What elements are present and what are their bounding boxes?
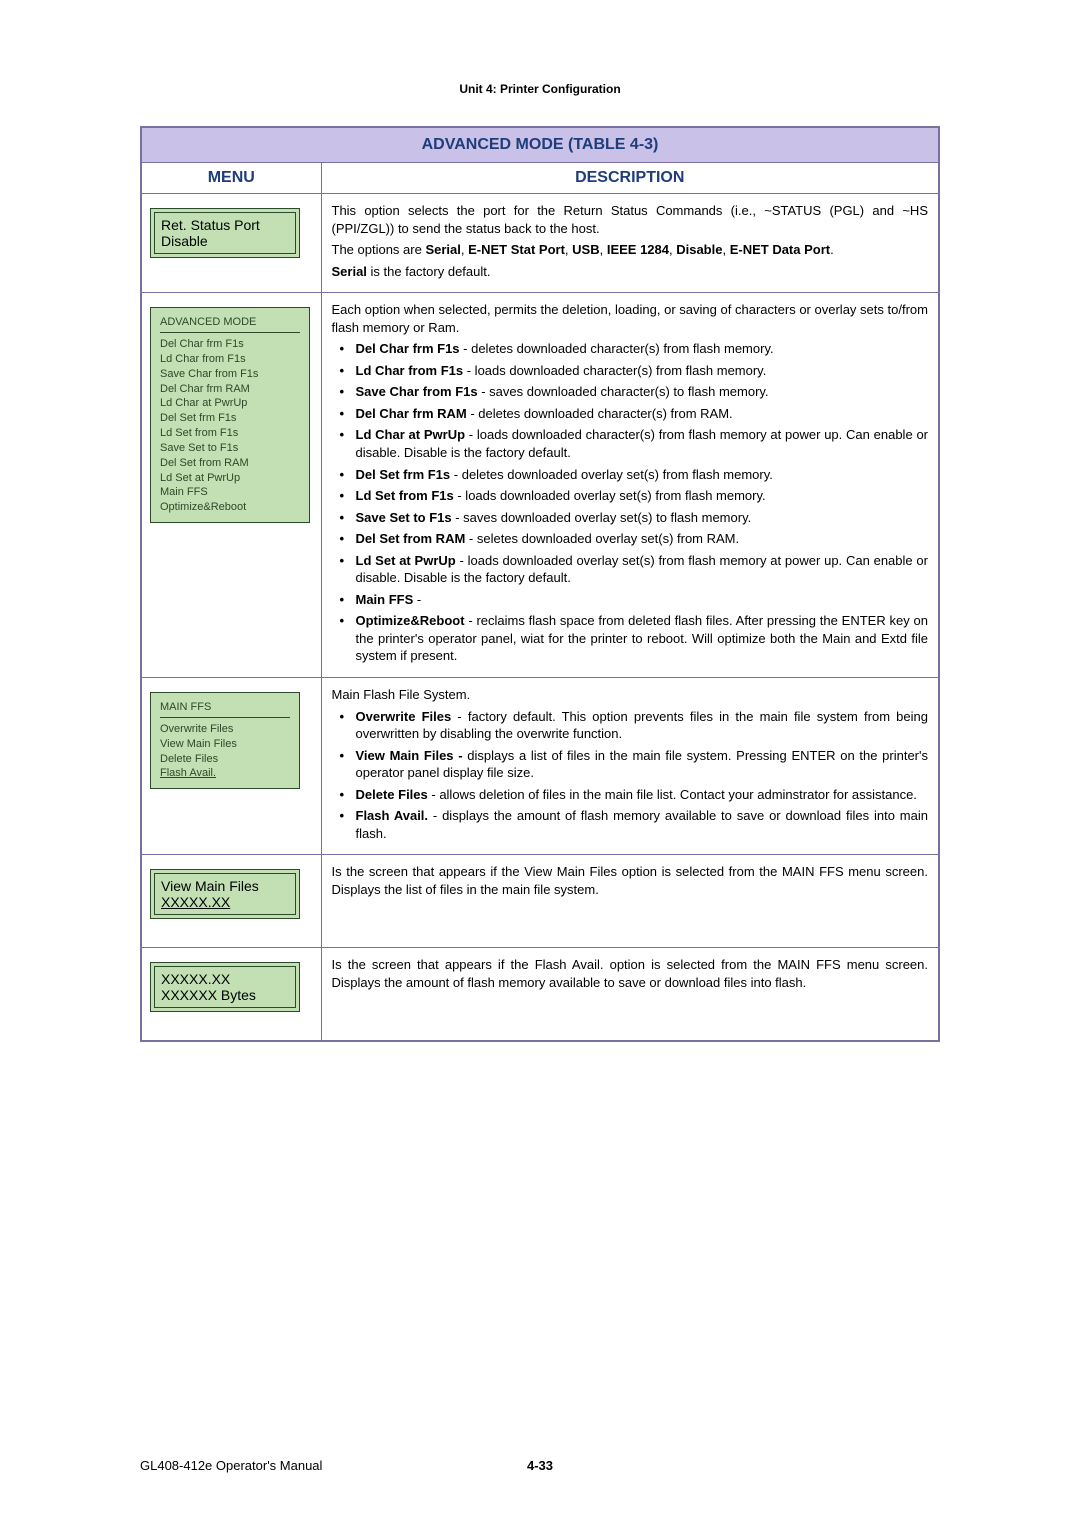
menu-cell: View Main Files XXXXX.XX	[141, 855, 321, 948]
lcd-line: Optimize&Reboot	[160, 500, 300, 515]
lcd-line: Del Set from RAM	[160, 456, 300, 471]
menu-cell: XXXXX.XX XXXXXX Bytes	[141, 948, 321, 1042]
list-item: Flash Avail. - displays the amount of fl…	[350, 807, 929, 842]
lcd-title: ADVANCED MODE	[160, 315, 300, 330]
lcd-line: Ld Set from F1s	[160, 426, 300, 441]
lcd-line: Disable	[161, 233, 289, 249]
lcd-display: MAIN FFS Overwrite Files View Main Files…	[150, 692, 300, 789]
lcd-line: Del Char frm RAM	[160, 382, 300, 397]
table-row: MAIN FFS Overwrite Files View Main Files…	[141, 678, 939, 855]
menu-cell: Ret. Status Port Disable	[141, 194, 321, 293]
lcd-line: View Main Files	[160, 737, 290, 752]
list-item: Del Char frm RAM - deletes downloaded ch…	[350, 405, 929, 423]
list-item: Delete Files - allows deletion of files …	[350, 786, 929, 804]
table-title: ADVANCED MODE (TABLE 4-3)	[141, 127, 939, 163]
col-desc-header: DESCRIPTION	[321, 163, 939, 194]
lcd-line: Ld Char from F1s	[160, 352, 300, 367]
list-item: Ld Char from F1s - loads downloaded char…	[350, 362, 929, 380]
list-item: Ld Char at PwrUp - loads downloaded char…	[350, 426, 929, 461]
desc-text: The options are Serial, E-NET Stat Port,…	[332, 241, 929, 259]
desc-cell: This option selects the port for the Ret…	[321, 194, 939, 293]
lcd-line: Ld Char at PwrUp	[160, 396, 300, 411]
desc-intro: Main Flash File System.	[332, 686, 929, 704]
lcd-line: Save Set to F1s	[160, 441, 300, 456]
desc-text: Is the screen that appears if the View M…	[332, 863, 929, 898]
desc-cell: Each option when selected, permits the d…	[321, 293, 939, 678]
list-item: Optimize&Reboot - reclaims flash space f…	[350, 612, 929, 665]
lcd-display: View Main Files XXXXX.XX	[150, 869, 300, 919]
list-item: Save Char from F1s - saves downloaded ch…	[350, 383, 929, 401]
list-item: View Main Files - displays a list of fil…	[350, 747, 929, 782]
desc-cell: Is the screen that appears if the Flash …	[321, 948, 939, 1042]
lcd-title: MAIN FFS	[160, 700, 290, 715]
desc-intro: Each option when selected, permits the d…	[332, 301, 929, 336]
lcd-line: Del Char frm F1s	[160, 337, 300, 352]
list-item: Main FFS -	[350, 591, 929, 609]
list-item: Ld Set at PwrUp - loads downloaded overl…	[350, 552, 929, 587]
lcd-display: XXXXX.XX XXXXXX Bytes	[150, 962, 300, 1012]
table-row: XXXXX.XX XXXXXX Bytes Is the screen that…	[141, 948, 939, 1042]
table-row: ADVANCED MODE Del Char frm F1s Ld Char f…	[141, 293, 939, 678]
page-header: Unit 4: Printer Configuration	[0, 0, 1080, 126]
lcd-line: Overwrite Files	[160, 722, 290, 737]
bullet-list: Del Char frm F1s - deletes downloaded ch…	[332, 340, 929, 665]
advanced-mode-table: ADVANCED MODE (TABLE 4-3) MENU DESCRIPTI…	[140, 126, 940, 1042]
list-item: Ld Set from F1s - loads downloaded overl…	[350, 487, 929, 505]
lcd-line: XXXXXX Bytes	[161, 987, 289, 1003]
lcd-display: ADVANCED MODE Del Char frm F1s Ld Char f…	[150, 307, 310, 523]
desc-text: Serial is the factory default.	[332, 263, 929, 281]
table-row: View Main Files XXXXX.XX Is the screen t…	[141, 855, 939, 948]
lcd-line: View Main Files	[161, 878, 289, 894]
menu-cell: ADVANCED MODE Del Char frm F1s Ld Char f…	[141, 293, 321, 678]
list-item: Del Set from RAM - seletes downloaded ov…	[350, 530, 929, 548]
list-item: Overwrite Files - factory default. This …	[350, 708, 929, 743]
table-title-row: ADVANCED MODE (TABLE 4-3)	[141, 127, 939, 163]
desc-cell: Main Flash File System. Overwrite Files …	[321, 678, 939, 855]
lcd-line: Flash Avail.	[160, 766, 290, 781]
lcd-line: Ld Set at PwrUp	[160, 471, 300, 486]
lcd-line: Main FFS	[160, 485, 300, 500]
lcd-line: Ret. Status Port	[161, 217, 289, 233]
table-header-row: MENU DESCRIPTION	[141, 163, 939, 194]
desc-text: This option selects the port for the Ret…	[332, 202, 929, 237]
table-row: Ret. Status Port Disable This option sel…	[141, 194, 939, 293]
footer-page-number: 4-33	[0, 1458, 1080, 1473]
lcd-line: XXXXX.XX	[161, 971, 289, 987]
menu-cell: MAIN FFS Overwrite Files View Main Files…	[141, 678, 321, 855]
desc-cell: Is the screen that appears if the View M…	[321, 855, 939, 948]
col-menu-header: MENU	[141, 163, 321, 194]
list-item: Save Set to F1s - saves downloaded overl…	[350, 509, 929, 527]
lcd-display: Ret. Status Port Disable	[150, 208, 300, 258]
lcd-line: Save Char from F1s	[160, 367, 300, 382]
lcd-line: Delete Files	[160, 752, 290, 767]
list-item: Del Set frm F1s - deletes downloaded ove…	[350, 466, 929, 484]
lcd-line: XXXXX.XX	[161, 894, 289, 910]
lcd-line: Del Set frm F1s	[160, 411, 300, 426]
bullet-list: Overwrite Files - factory default. This …	[332, 708, 929, 843]
desc-text: Is the screen that appears if the Flash …	[332, 956, 929, 991]
list-item: Del Char frm F1s - deletes downloaded ch…	[350, 340, 929, 358]
